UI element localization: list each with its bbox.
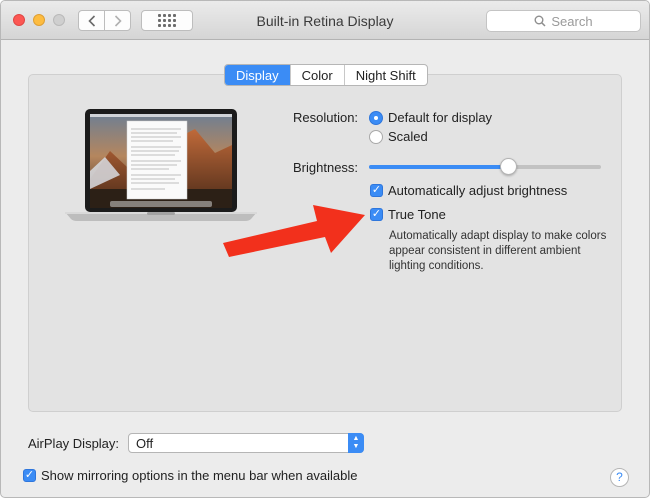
brightness-slider-fill bbox=[369, 165, 509, 169]
tab-display[interactable]: Display bbox=[225, 65, 290, 85]
mirroring-label[interactable]: Show mirroring options in the menu bar w… bbox=[41, 468, 358, 483]
title-bar: Built-in Retina Display Search bbox=[1, 1, 649, 40]
auto-brightness-label[interactable]: Automatically adjust brightness bbox=[388, 183, 567, 198]
popup-arrows-icon: ▲ ▼ bbox=[348, 433, 364, 453]
radio-scaled[interactable] bbox=[369, 130, 383, 144]
mirroring-checkbox[interactable]: ✓ bbox=[23, 469, 36, 482]
brightness-slider[interactable] bbox=[369, 158, 601, 175]
true-tone-label[interactable]: True Tone bbox=[388, 207, 446, 222]
search-icon bbox=[534, 15, 546, 27]
default-for-display-label[interactable]: Default for display bbox=[388, 110, 492, 125]
true-tone-checkbox[interactable]: ✓ bbox=[370, 208, 383, 221]
system-preferences-window: Built-in Retina Display Search Display C… bbox=[0, 0, 650, 498]
true-tone-description: Automatically adapt display to make colo… bbox=[389, 230, 607, 272]
airplay-display-value: Off bbox=[136, 436, 154, 451]
tab-bar: Display Color Night Shift bbox=[224, 64, 428, 86]
airplay-display-popup[interactable]: Off ▲ ▼ bbox=[128, 433, 364, 453]
annotation-arrow-icon bbox=[223, 205, 365, 257]
search-placeholder: Search bbox=[551, 13, 593, 29]
auto-brightness-checkbox[interactable]: ✓ bbox=[370, 184, 383, 197]
resolution-label: Resolution: bbox=[293, 110, 359, 125]
tab-night-shift[interactable]: Night Shift bbox=[343, 65, 427, 85]
search-field[interactable]: Search bbox=[486, 10, 641, 32]
airplay-display-label: AirPlay Display: bbox=[28, 436, 120, 451]
scaled-label[interactable]: Scaled bbox=[388, 129, 428, 144]
tab-color[interactable]: Color bbox=[289, 65, 344, 85]
brightness-label: Brightness: bbox=[293, 160, 359, 175]
radio-default-for-display[interactable] bbox=[369, 111, 383, 125]
help-button[interactable]: ? bbox=[610, 468, 629, 487]
